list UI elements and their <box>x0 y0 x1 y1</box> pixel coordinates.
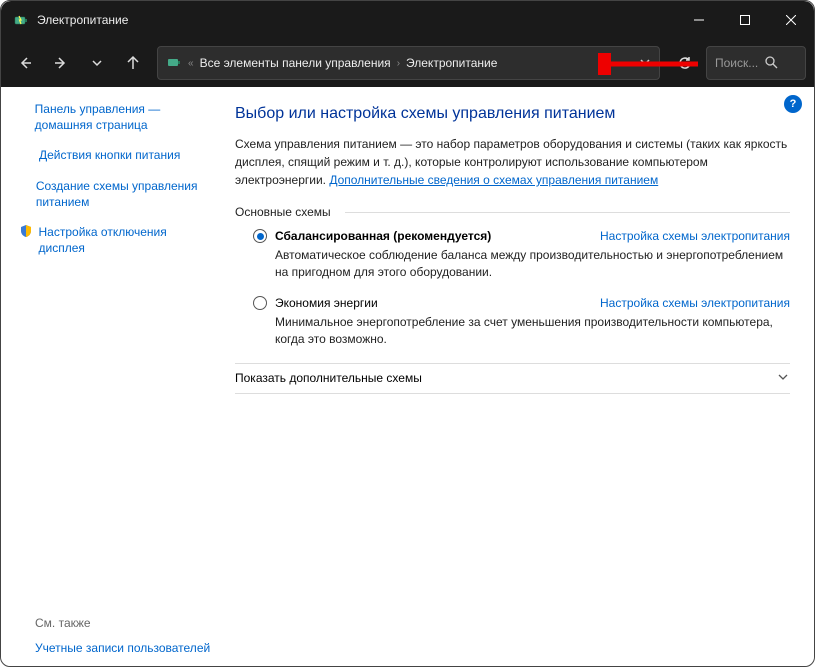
sidebar-link-display-off[interactable]: Настройка отключения дисплея <box>19 224 211 256</box>
plan-radio-balanced[interactable]: Сбалансированная (рекомендуется) <box>253 229 491 243</box>
plan-name-label: Экономия энергии <box>275 296 378 310</box>
recent-dropdown-button[interactable] <box>81 47 113 79</box>
power-plan-balanced: Сбалансированная (рекомендуется) Настрой… <box>253 229 790 282</box>
page-heading: Выбор или настройка схемы управления пит… <box>235 105 790 123</box>
chevron-left-double-icon: « <box>188 58 194 69</box>
see-also-user-accounts-link[interactable]: Учетные записи пользователей <box>35 640 211 656</box>
annotation-arrow-icon <box>598 53 708 78</box>
plan-radio-saver[interactable]: Экономия энергии <box>253 296 378 310</box>
main-panel: ? Выбор или настройка схемы управления п… <box>221 87 814 666</box>
radio-checked-icon <box>253 229 267 243</box>
titlebar: Электропитание <box>1 1 814 39</box>
toolbar: « Все элементы панели управления › Элект… <box>1 39 814 87</box>
up-button[interactable] <box>117 47 149 79</box>
page-description: Схема управления питанием — это набор па… <box>235 135 790 189</box>
sidebar-link-create-plan[interactable]: Создание схемы управления питанием <box>19 178 211 210</box>
close-button[interactable] <box>768 1 814 39</box>
plan-settings-link[interactable]: Настройка схемы электропитания <box>600 296 790 310</box>
learn-more-link[interactable]: Дополнительные сведения о схемах управле… <box>329 173 658 187</box>
search-icon <box>764 55 797 72</box>
plan-settings-link[interactable]: Настройка схемы электропитания <box>600 229 790 243</box>
content-area: Панель управления — домашняя страница Де… <box>1 87 814 666</box>
sidebar-item-label: Создание схемы управления питанием <box>36 178 211 210</box>
breadcrumb-item[interactable]: Электропитание <box>406 56 497 70</box>
plan-description: Минимальное энергопотребление за счет ум… <box>275 314 790 349</box>
expander-label: Показать дополнительные схемы <box>235 371 422 385</box>
power-options-icon <box>13 12 29 28</box>
window-title: Электропитание <box>37 13 676 27</box>
chevron-right-icon: › <box>397 58 400 69</box>
sidebar-item-label: Настройка отключения дисплея <box>39 224 211 256</box>
location-icon <box>166 54 182 73</box>
show-additional-plans-expander[interactable]: Показать дополнительные схемы <box>235 363 790 394</box>
window-controls <box>676 1 814 39</box>
help-button[interactable]: ? <box>784 95 802 113</box>
search-input[interactable]: Поиск... <box>706 46 806 80</box>
sidebar-link-power-button[interactable]: Действия кнопки питания <box>19 147 211 163</box>
breadcrumb-item[interactable]: Все элементы панели управления <box>200 56 391 70</box>
forward-button[interactable] <box>45 47 77 79</box>
address-bar[interactable]: « Все элементы панели управления › Элект… <box>157 46 660 80</box>
sidebar: Панель управления — домашняя страница Де… <box>1 87 221 666</box>
maximize-button[interactable] <box>722 1 768 39</box>
radio-unchecked-icon <box>253 296 267 310</box>
power-plan-saver: Экономия энергии Настройка схемы электро… <box>253 296 790 349</box>
sidebar-item-label: Действия кнопки питания <box>39 147 180 163</box>
plans-group-label: Основные схемы <box>235 205 790 219</box>
back-button[interactable] <box>9 47 41 79</box>
sidebar-item-label: Панель управления — домашняя страница <box>35 101 211 133</box>
chevron-down-icon <box>776 370 790 387</box>
control-panel-home-link[interactable]: Панель управления — домашняя страница <box>19 101 211 133</box>
see-also-heading: См. также <box>35 616 211 630</box>
minimize-button[interactable] <box>676 1 722 39</box>
search-placeholder: Поиск... <box>715 56 758 70</box>
plan-name-label: Сбалансированная (рекомендуется) <box>275 229 491 243</box>
plan-description: Автоматическое соблюдение баланса между … <box>275 247 790 282</box>
shield-icon <box>19 224 35 242</box>
